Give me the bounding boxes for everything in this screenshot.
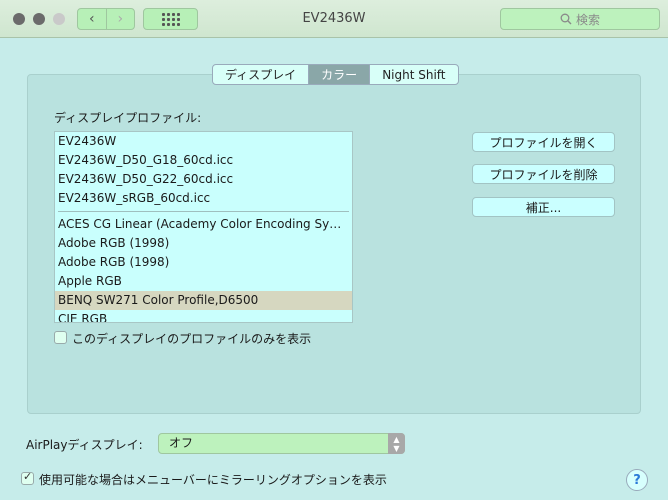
only-this-display-checkbox[interactable] (54, 331, 67, 344)
calibrate-button[interactable]: 補正... (472, 197, 615, 217)
profile-list-item[interactable]: EV2436W (55, 132, 352, 151)
only-this-display-label: このディスプレイのプロファイルのみを表示 (72, 332, 312, 346)
profile-list-item[interactable]: ACES CG Linear (Academy Color Encoding S… (55, 215, 352, 234)
airplay-value: オフ (169, 436, 194, 450)
profile-list-item[interactable]: Adobe RGB (1998) (55, 253, 352, 272)
select-arrows-icon: ▲ ▼ (388, 433, 405, 454)
tab-bar: ディスプレイ カラー Night Shift (212, 64, 459, 85)
airplay-label: AirPlayディスプレイ: (26, 438, 143, 452)
tab-display[interactable]: ディスプレイ (213, 65, 308, 84)
help-button[interactable]: ? (626, 469, 648, 491)
search-field[interactable]: 検索 (500, 8, 660, 30)
profile-list-item[interactable]: Adobe RGB (1998) (55, 234, 352, 253)
profile-list-item[interactable]: CIE RGB (55, 310, 352, 322)
mirroring-checkbox[interactable] (21, 470, 34, 485)
profile-list-item[interactable]: EV2436W_D50_G18_60cd.icc (55, 151, 352, 170)
display-profile-label: ディスプレイプロファイル: (54, 111, 202, 125)
profile-list[interactable]: EV2436W EV2436W_D50_G18_60cd.icc EV2436W_D… (54, 131, 353, 323)
tab-color[interactable]: カラー (308, 65, 370, 84)
search-icon (560, 13, 572, 25)
profile-list-item[interactable]: Apple RGB (55, 272, 352, 291)
profile-list-item[interactable]: EV2436W_sRGB_60cd.icc (55, 189, 352, 208)
delete-profile-button[interactable]: プロファイルを削除 (472, 164, 615, 184)
list-separator (58, 211, 349, 212)
tab-night-shift[interactable]: Night Shift (369, 65, 457, 84)
open-profile-button[interactable]: プロファイルを開く (472, 132, 615, 152)
search-placeholder: 検索 (575, 12, 600, 27)
mirroring-label: 使用可能な場合はメニューバーにミラーリングオプションを表示 (39, 473, 387, 487)
profile-list-item[interactable]: BENQ SW271 Color Profile,D6500 (55, 291, 352, 310)
title-bar: ‹ › EV2436W 検索 (0, 0, 668, 38)
airplay-select[interactable]: オフ ▲ ▼ (158, 433, 405, 454)
profile-list-item[interactable]: EV2436W_D50_G22_60cd.icc (55, 170, 352, 189)
